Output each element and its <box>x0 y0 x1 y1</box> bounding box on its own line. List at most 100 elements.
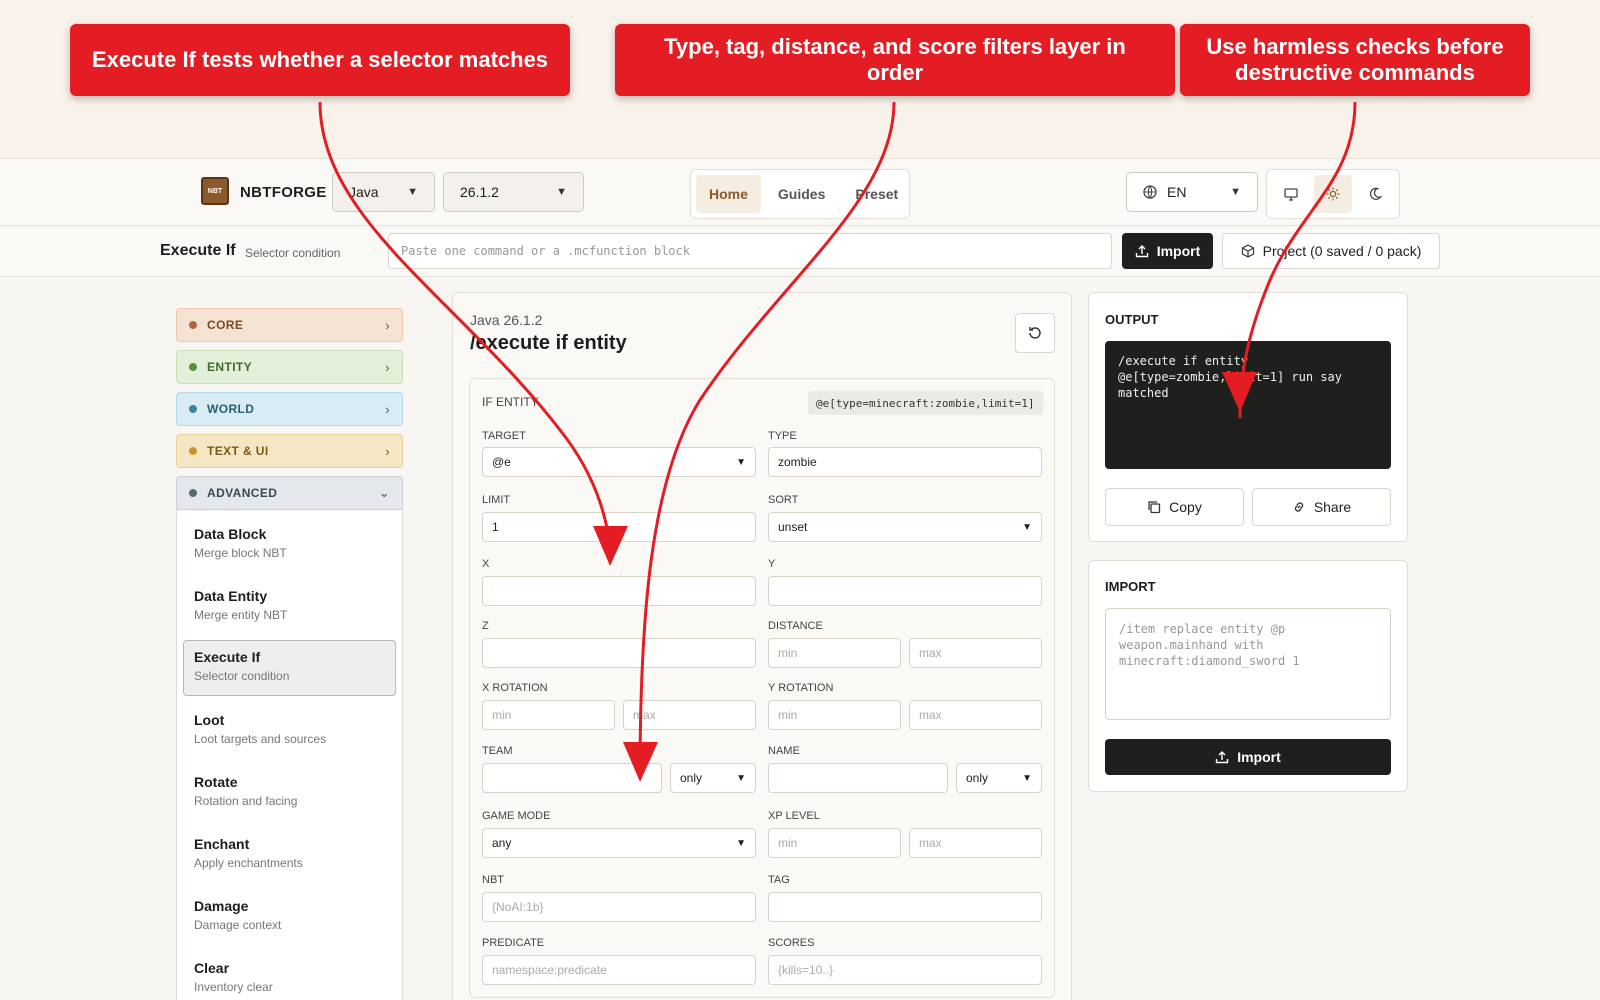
x-rotation-label: X ROTATION <box>482 682 548 694</box>
y-rotation-max-input[interactable]: max <box>909 700 1042 730</box>
edition-select[interactable]: Java ▼ <box>332 172 435 212</box>
tool-data-block[interactable]: Data Block Merge block NBT <box>184 518 394 572</box>
team-input[interactable] <box>482 763 662 793</box>
nav-tabs: Home Guides Preset <box>690 169 910 219</box>
tool-rotate[interactable]: Rotate Rotation and facing <box>184 766 394 820</box>
chevron-right-icon: › <box>385 443 390 459</box>
import-textarea[interactable]: /item replace entity @p weapon.mainhand … <box>1105 608 1391 720</box>
x-rotation-max-input[interactable]: max <box>623 700 756 730</box>
callout-harmless: Use harmless checks before destructive c… <box>1180 24 1530 96</box>
tag-input[interactable] <box>768 892 1042 922</box>
xp-level-max-input[interactable]: max <box>909 828 1042 858</box>
sort-select[interactable]: unset ▼ <box>768 512 1042 542</box>
share-button[interactable]: Share <box>1252 488 1391 526</box>
tool-enchant[interactable]: Enchant Apply enchantments <box>184 828 394 882</box>
category-text-ui[interactable]: TEXT & UI › <box>176 434 403 468</box>
dot-icon <box>189 447 197 455</box>
chevron-down-icon: ▼ <box>736 772 746 784</box>
target-select[interactable]: @e ▼ <box>482 447 756 477</box>
predicate-input[interactable]: namespace:predicate <box>482 955 756 985</box>
import-button[interactable]: Import <box>1122 233 1213 269</box>
chevron-down-icon: ▼ <box>736 456 746 468</box>
category-advanced[interactable]: ADVANCED ⌄ <box>176 476 403 510</box>
name-input[interactable] <box>768 763 948 793</box>
distance-max-input[interactable]: max <box>909 638 1042 668</box>
limit-input[interactable]: 1 <box>482 512 756 542</box>
x-rotation-min-input[interactable]: min <box>482 700 615 730</box>
chevron-right-icon: › <box>385 401 390 417</box>
chevron-down-icon: ▼ <box>1022 772 1032 784</box>
import-title: IMPORT <box>1105 579 1156 594</box>
y-input[interactable] <box>768 576 1042 606</box>
brand-name: NBTFORGE <box>240 184 327 201</box>
scores-label: SCORES <box>768 937 815 949</box>
z-input[interactable] <box>482 638 756 668</box>
dot-icon <box>189 489 197 497</box>
limit-label: LIMIT <box>482 494 511 506</box>
logo-icon: NBT <box>201 177 229 205</box>
link-icon <box>1294 502 1303 512</box>
nbt-label: NBT <box>482 874 504 886</box>
x-label: X <box>482 558 490 570</box>
monitor-icon[interactable] <box>1272 175 1310 213</box>
command-paste-input[interactable]: Paste one command or a .mcfunction block <box>388 233 1112 269</box>
selector-preview: @e[type=minecraft:zombie,limit=1] <box>808 391 1043 415</box>
chevron-down-icon: ▼ <box>556 186 567 198</box>
y-rotation-min-input[interactable]: min <box>768 700 901 730</box>
copy-button[interactable]: Copy <box>1105 488 1244 526</box>
category-core[interactable]: CORE › <box>176 308 403 342</box>
dot-icon <box>189 321 197 329</box>
language-select[interactable]: EN ▼ <box>1126 172 1258 212</box>
tool-loot[interactable]: Loot Loot targets and sources <box>184 704 394 758</box>
dot-icon <box>189 363 197 371</box>
tool-data-entity[interactable]: Data Entity Merge entity NBT <box>184 580 394 634</box>
name-label: NAME <box>768 745 800 757</box>
project-button[interactable]: Project (0 saved / 0 pack) <box>1222 233 1440 269</box>
distance-label: DISTANCE <box>768 620 823 632</box>
moon-icon[interactable] <box>1356 175 1394 213</box>
xp-level-label: XP LEVEL <box>768 810 820 822</box>
chevron-down-icon: ▼ <box>1230 186 1241 198</box>
callout-filters: Type, tag, distance, and score filters l… <box>615 24 1175 96</box>
refresh-icon <box>1029 327 1041 339</box>
name-mode-select[interactable]: only ▼ <box>956 763 1042 793</box>
output-title: OUTPUT <box>1105 312 1159 327</box>
tool-damage[interactable]: Damage Damage context <box>184 890 394 944</box>
chevron-down-icon: ▼ <box>736 837 746 849</box>
scores-input[interactable]: {kills=10..} <box>768 955 1042 985</box>
tab-guides[interactable]: Guides <box>765 175 838 213</box>
x-input[interactable] <box>482 576 756 606</box>
y-label: Y <box>768 558 776 570</box>
output-code: /execute if entity @e[type=zombie,limit=… <box>1105 341 1391 469</box>
tab-home[interactable]: Home <box>696 175 761 213</box>
sort-label: SORT <box>768 494 799 506</box>
category-world[interactable]: WORLD › <box>176 392 403 426</box>
team-mode-select[interactable]: only ▼ <box>670 763 756 793</box>
version-select[interactable]: 26.1.2 ▼ <box>443 172 584 212</box>
page-title: Execute If <box>160 242 236 259</box>
z-label: Z <box>482 620 489 632</box>
tab-preset[interactable]: Preset <box>842 175 911 213</box>
tool-execute-if[interactable]: Execute If Selector condition <box>183 640 396 696</box>
type-input[interactable]: zombie <box>768 447 1042 477</box>
upload-icon <box>1135 245 1148 258</box>
distance-min-input[interactable]: min <box>768 638 901 668</box>
page-subtitle: Selector condition <box>245 246 341 260</box>
section-title: IF ENTITY <box>482 395 539 409</box>
tool-clear[interactable]: Clear Inventory clear <box>184 952 394 1000</box>
game-mode-label: GAME MODE <box>482 810 551 822</box>
target-label: TARGET <box>482 430 526 442</box>
game-mode-select[interactable]: any ▼ <box>482 828 756 858</box>
chevron-down-icon: ▼ <box>1022 521 1032 533</box>
callout-selector: Execute If tests whether a selector matc… <box>70 24 570 96</box>
chevron-right-icon: › <box>385 317 390 333</box>
type-label: TYPE <box>768 430 797 442</box>
import-submit-button[interactable]: Import <box>1105 739 1391 775</box>
sun-icon[interactable] <box>1314 175 1352 213</box>
xp-level-min-input[interactable]: min <box>768 828 901 858</box>
category-entity[interactable]: ENTITY › <box>176 350 403 384</box>
globe-icon <box>1143 185 1157 199</box>
y-rotation-label: Y ROTATION <box>768 682 834 694</box>
nbt-input[interactable]: {NoAI:1b} <box>482 892 756 922</box>
reset-button[interactable] <box>1015 313 1055 353</box>
